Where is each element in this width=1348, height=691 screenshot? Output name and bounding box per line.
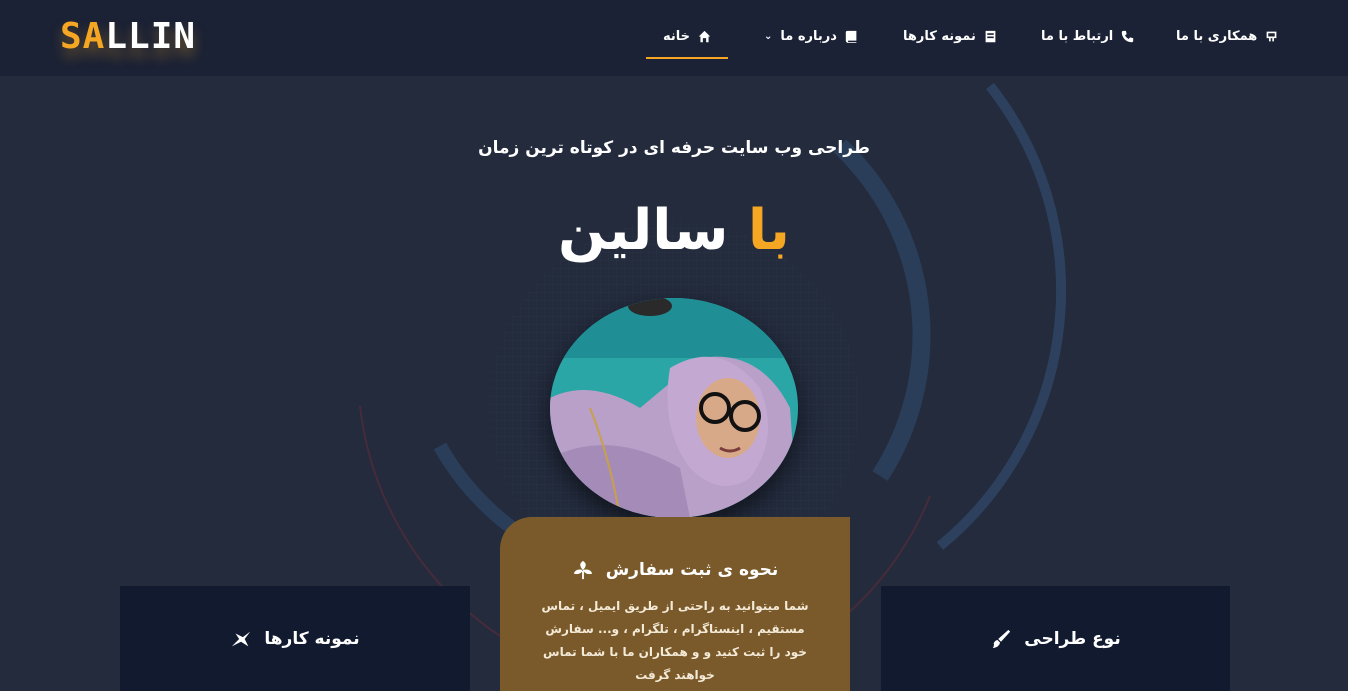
design-type-card[interactable]: نوع طراحی	[881, 586, 1230, 691]
leaf-icon	[573, 560, 592, 580]
logo[interactable]: SALLIN	[60, 16, 196, 57]
nav-about[interactable]: درباره ما ⌄	[764, 24, 858, 48]
hero-title: با سالین	[0, 196, 1348, 266]
order-info-card-title: نحوه ی ثبت سفارش	[605, 560, 779, 580]
hero-title-accent: با	[747, 198, 790, 263]
portfolio-card-title: نمونه کارها	[264, 629, 360, 649]
nav-about-label: درباره ما	[780, 28, 837, 44]
order-info-card[interactable]: نحوه ی ثبت سفارش شما میتوانید به راحتی ا…	[500, 517, 850, 691]
handshake-icon	[1266, 31, 1277, 41]
acrobat-icon	[232, 631, 251, 647]
nav-home[interactable]: خانه	[646, 24, 728, 48]
hero-title-main: سالین	[558, 198, 729, 263]
book-icon	[845, 30, 857, 43]
brush-icon	[993, 629, 1011, 649]
nav-home-label: خانه	[663, 28, 691, 44]
nav-contact[interactable]: ارتباط با ما	[1041, 24, 1134, 48]
hero-tagline: طراحی وب سایت حرفه ای در کوتاه ترین زمان	[478, 138, 870, 158]
nav-cooperate[interactable]: همکاری با ما	[1176, 24, 1278, 48]
nav-portfolio-label: نمونه کارها	[903, 28, 976, 44]
nav-contact-label: ارتباط با ما	[1041, 28, 1114, 44]
active-nav-indicator	[646, 57, 728, 59]
design-type-card-title: نوع طراحی	[1024, 629, 1121, 649]
portfolio-card[interactable]: نمونه کارها	[120, 586, 470, 691]
nav-portfolio[interactable]: نمونه کارها	[903, 24, 997, 48]
chevron-down-icon: ⌄	[764, 30, 773, 42]
home-icon	[698, 30, 711, 42]
phone-icon	[1122, 30, 1134, 42]
logo-part-accent: SA	[60, 16, 106, 57]
logo-part-main: LLIN	[105, 16, 197, 57]
top-navbar: SALLIN خانه درباره ما ⌄ نمونه کارها ارتب…	[0, 0, 1348, 76]
profile-photo	[550, 298, 798, 518]
order-info-card-text: شما میتوانید به راحتی از طریق ایمیل ، تم…	[541, 599, 809, 682]
document-icon	[985, 30, 996, 42]
nav-cooperate-label: همکاری با ما	[1176, 28, 1258, 44]
